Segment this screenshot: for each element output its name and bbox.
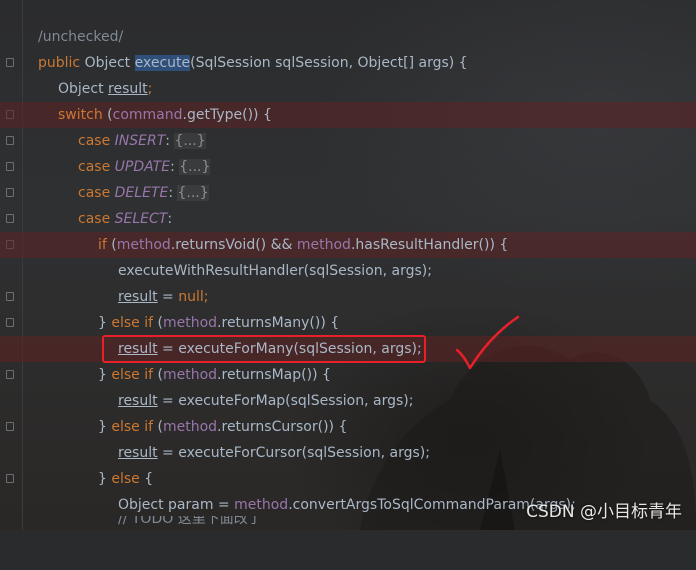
watermark: CSDN @小目标青年	[526, 502, 682, 522]
field: method	[162, 419, 218, 435]
code-text: (	[102, 107, 113, 123]
code-text: :	[168, 185, 174, 201]
code-text: Object	[58, 81, 109, 97]
comment: // TODO 这里下面改了	[118, 516, 262, 527]
field: method	[296, 237, 351, 253]
keyword: case	[78, 211, 111, 227]
code-text: {	[139, 471, 154, 487]
keyword: case	[78, 185, 111, 201]
code-text: ;	[147, 81, 153, 97]
code-line[interactable]: executeWithResultHandler(sqlSession, arg…	[0, 258, 696, 284]
code-text: (	[106, 237, 117, 253]
code-text: :	[167, 211, 173, 227]
code-text: Object	[80, 55, 135, 71]
field: method	[234, 497, 289, 513]
variable: result	[118, 289, 158, 305]
code-line[interactable]: result = executeForMap(sqlSession, args)…	[0, 388, 696, 414]
code-text: ;	[203, 289, 209, 305]
code-text: :	[170, 159, 175, 175]
keyword: else	[111, 471, 140, 487]
field: method	[162, 367, 218, 383]
keyword: else if	[111, 367, 154, 383]
code-text: (	[153, 419, 163, 435]
keyword: null	[178, 289, 204, 305]
code-text: }	[98, 471, 112, 487]
keyword: case	[78, 159, 111, 175]
code-text: .getType()) {	[182, 107, 272, 123]
keyword: switch	[58, 107, 103, 123]
code-text: = executeForCursor(sqlSession, args);	[157, 445, 430, 461]
code-line[interactable]: Object result;	[0, 76, 696, 102]
folded-block[interactable]: {...}	[179, 159, 211, 175]
code-line[interactable]: result = null;	[0, 284, 696, 310]
annotation-red-box	[102, 335, 426, 363]
code-text: executeWithResultHandler(sqlSession, arg…	[118, 263, 432, 279]
code-text: .returnsVoid() &&	[170, 237, 297, 253]
annotation-text: /unchecked/	[38, 29, 124, 45]
code-text: (SqlSession sqlSession, Object[] args) {	[190, 55, 468, 71]
keyword: case	[78, 133, 111, 149]
code-text: .returnsMany()) {	[217, 315, 340, 331]
variable: result	[118, 445, 158, 461]
code-line[interactable]: case SELECT:	[0, 206, 696, 232]
keyword: else if	[111, 419, 154, 435]
code-line[interactable]: case INSERT: {...}	[0, 128, 696, 154]
code-text: (	[153, 315, 163, 331]
code-line[interactable]: /unchecked/	[0, 24, 696, 50]
code-text: Object param =	[118, 497, 235, 513]
code-line-highlighted[interactable]: switch (command.getType()) {	[0, 102, 696, 128]
code-line[interactable]: } else {	[0, 466, 696, 492]
enum-constant: DELETE	[114, 185, 169, 201]
method-name-selected[interactable]: execute	[134, 55, 191, 71]
code-text: }	[98, 367, 112, 383]
code-text: = executeForMap(sqlSession, args);	[157, 393, 414, 409]
code-line[interactable]: } else if (method.returnsMany()) {	[0, 310, 696, 336]
checkmark-icon	[455, 315, 520, 370]
code-line[interactable]: public Object execute(SqlSession sqlSess…	[0, 50, 696, 76]
variable: result	[118, 393, 158, 409]
code-text: :	[165, 133, 170, 149]
code-text: }	[98, 419, 112, 435]
keyword: if	[98, 237, 107, 253]
code-line-highlighted[interactable]: if (method.returnsVoid() && method.hasRe…	[0, 232, 696, 258]
code-text: .hasResultHandler()) {	[350, 237, 509, 253]
code-line[interactable]: } else if (method.returnsMap()) {	[0, 362, 696, 388]
folded-block[interactable]: {...}	[177, 185, 209, 201]
enum-constant: UPDATE	[114, 159, 171, 175]
enum-constant: INSERT	[114, 133, 166, 149]
field: method	[162, 315, 218, 331]
code-line[interactable]: case DELETE: {...}	[0, 180, 696, 206]
code-text: }	[98, 315, 112, 331]
variable: result	[108, 81, 148, 97]
code-text: .returnsCursor()) {	[217, 419, 348, 435]
code-line[interactable]: case UPDATE: {...}	[0, 154, 696, 180]
code-text: .returnsMap()) {	[217, 367, 331, 383]
keyword: else if	[111, 315, 154, 331]
field: command	[112, 107, 183, 123]
code-line[interactable]: } else if (method.returnsCursor()) {	[0, 414, 696, 440]
keyword: public	[38, 55, 81, 71]
code-line[interactable]: result = executeForCursor(sqlSession, ar…	[0, 440, 696, 466]
code-text: (	[153, 367, 163, 383]
code-text: =	[157, 289, 179, 305]
folded-block[interactable]: {...}	[174, 133, 206, 149]
enum-constant: SELECT	[114, 211, 168, 227]
field: method	[116, 237, 171, 253]
